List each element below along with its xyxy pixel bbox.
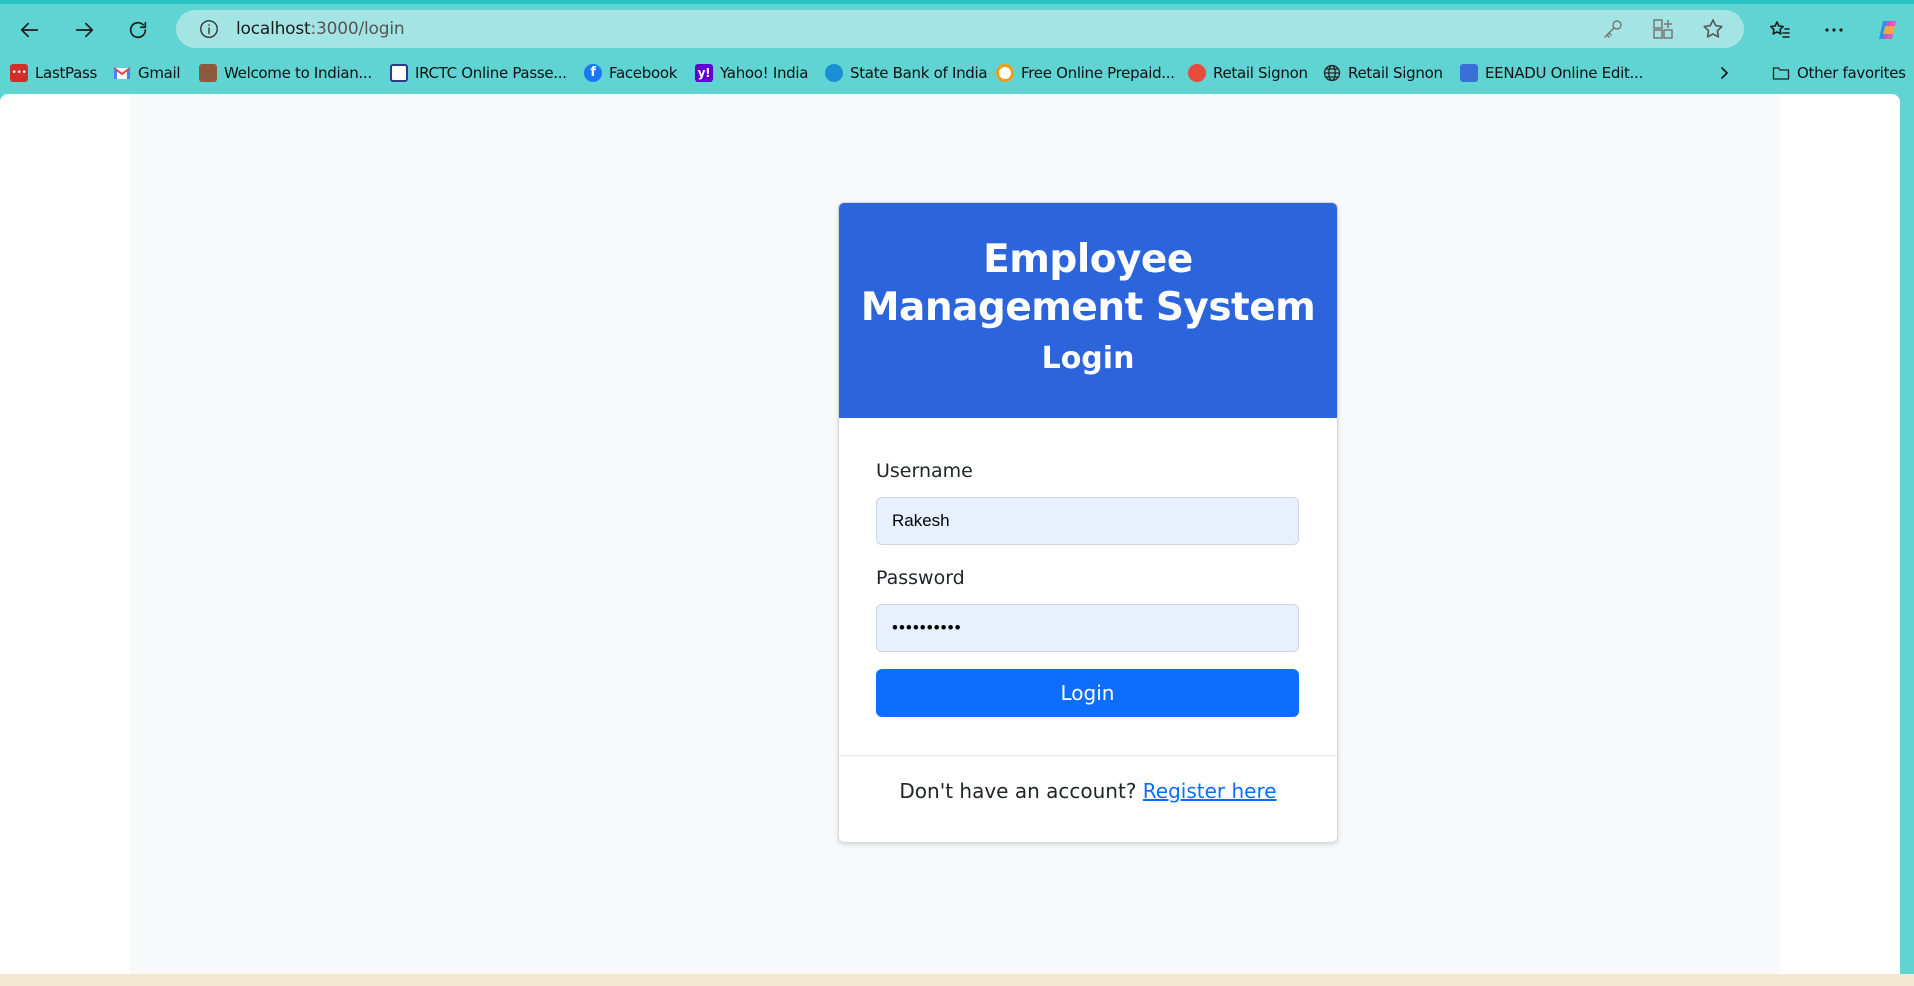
eenadu-icon xyxy=(1460,64,1478,82)
forward-arrow-icon xyxy=(75,22,94,38)
bookmark-eenadu[interactable]: EENADU Online Edit... xyxy=(1460,60,1643,86)
window-right-edge xyxy=(1900,94,1914,974)
bookmark-prepaid[interactable]: Free Online Prepaid... xyxy=(996,60,1175,86)
facebook-icon: f xyxy=(584,64,602,82)
bookmarks-overflow-button[interactable] xyxy=(1716,60,1732,86)
gmail-icon xyxy=(113,67,131,79)
refresh-button[interactable] xyxy=(118,10,158,50)
login-card: Employee Management System Login Usernam… xyxy=(838,202,1338,843)
refresh-icon xyxy=(129,21,147,39)
browser-toolbar: localhost:3000/login xyxy=(0,4,1914,52)
bookmark-yahoo[interactable]: y! Yahoo! India xyxy=(695,60,808,86)
chevron-right-icon xyxy=(1721,67,1729,79)
bookmark-gmail[interactable]: Gmail xyxy=(113,60,181,86)
window-bottom-edge xyxy=(0,974,1914,986)
other-favorites-label: Other favorites xyxy=(1797,64,1906,82)
app-available-icon[interactable] xyxy=(1651,17,1675,41)
back-button[interactable] xyxy=(10,10,50,50)
bookmark-indian-rail[interactable]: Welcome to Indian... xyxy=(199,60,372,86)
favorite-star-icon[interactable] xyxy=(1701,17,1725,41)
irctc-icon xyxy=(390,64,408,82)
yahoo-icon: y! xyxy=(695,64,713,82)
url-path: :3000/login xyxy=(310,19,405,39)
password-key-icon[interactable] xyxy=(1601,17,1625,41)
prepaid-icon xyxy=(996,64,1014,82)
bookmark-label: Retail Signon xyxy=(1213,64,1308,82)
retail-signon-icon xyxy=(1188,64,1206,82)
more-menu-button[interactable] xyxy=(1818,14,1850,46)
username-label: Username xyxy=(876,460,973,482)
password-input[interactable] xyxy=(876,604,1299,652)
more-dots-icon xyxy=(1825,28,1843,32)
copilot-button[interactable] xyxy=(1872,14,1904,46)
bookmark-retail-signon-2[interactable]: Retail Signon xyxy=(1323,60,1443,86)
bookmark-label: EENADU Online Edit... xyxy=(1485,64,1643,82)
bookmark-label: LastPass xyxy=(35,64,98,82)
url-text[interactable]: localhost:3000/login xyxy=(236,19,405,39)
card-header: Employee Management System Login xyxy=(839,203,1337,418)
address-bar[interactable]: localhost:3000/login xyxy=(176,10,1744,48)
url-host: localhost xyxy=(236,19,311,39)
other-favorites-folder[interactable]: Other favorites xyxy=(1772,60,1906,86)
bookmark-facebook[interactable]: f Facebook xyxy=(584,60,677,86)
register-prompt: Don't have an account? xyxy=(899,779,1137,803)
page-viewport: Employee Management System Login Usernam… xyxy=(0,94,1900,974)
page-container: Employee Management System Login Usernam… xyxy=(130,94,1780,974)
lastpass-icon: ••• xyxy=(10,64,28,82)
bookmark-sbi[interactable]: State Bank of India xyxy=(825,60,988,86)
bookmark-label: IRCTC Online Passe... xyxy=(415,64,567,82)
back-arrow-icon xyxy=(20,22,39,38)
login-heading: Login xyxy=(1041,341,1135,376)
bookmark-label: Gmail xyxy=(138,64,181,82)
card-footer: Don't have an account? Register here xyxy=(839,755,1337,842)
bookmark-label: State Bank of India xyxy=(850,64,988,82)
bookmark-label: Facebook xyxy=(609,64,678,82)
globe-icon xyxy=(1323,64,1341,82)
site-info-icon[interactable] xyxy=(198,18,220,40)
login-button[interactable]: Login xyxy=(876,669,1299,717)
bookmark-label: Free Online Prepaid... xyxy=(1021,64,1175,82)
bookmark-label: Yahoo! India xyxy=(720,64,809,82)
password-label: Password xyxy=(876,567,965,589)
forward-button[interactable] xyxy=(64,10,104,50)
bookmarks-bar: ••• LastPass Gmail Welcome to Indian... … xyxy=(0,52,1914,92)
bookmark-irctc[interactable]: IRCTC Online Passe... xyxy=(390,60,567,86)
register-link[interactable]: Register here xyxy=(1143,779,1277,803)
indian-rail-icon xyxy=(199,64,217,82)
folder-icon xyxy=(1772,67,1790,80)
bookmark-lastpass[interactable]: ••• LastPass xyxy=(10,60,97,86)
bookmark-label: Retail Signon xyxy=(1348,64,1443,82)
copilot-icon xyxy=(1879,21,1896,39)
bookmark-label: Welcome to Indian... xyxy=(224,64,372,82)
favorites-button[interactable] xyxy=(1764,14,1796,46)
username-input[interactable] xyxy=(876,497,1299,545)
bookmark-retail-signon-1[interactable]: Retail Signon xyxy=(1188,60,1308,86)
app-title: Employee Management System xyxy=(860,237,1316,330)
favorites-list-icon xyxy=(1770,21,1790,38)
sbi-icon xyxy=(825,64,843,82)
